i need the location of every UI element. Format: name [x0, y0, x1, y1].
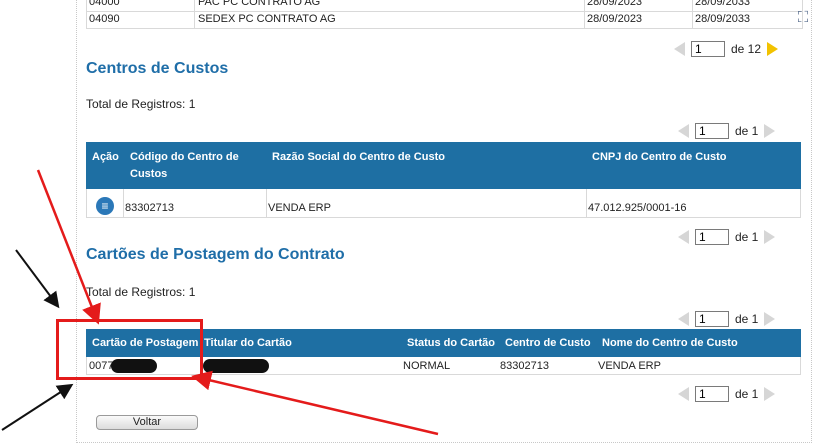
red-arrow: [191, 370, 439, 436]
red-arrow: [36, 169, 101, 325]
black-arrow: [15, 249, 60, 309]
annotation-arrows: [1, 169, 439, 436]
black-arrow: [1, 383, 74, 431]
